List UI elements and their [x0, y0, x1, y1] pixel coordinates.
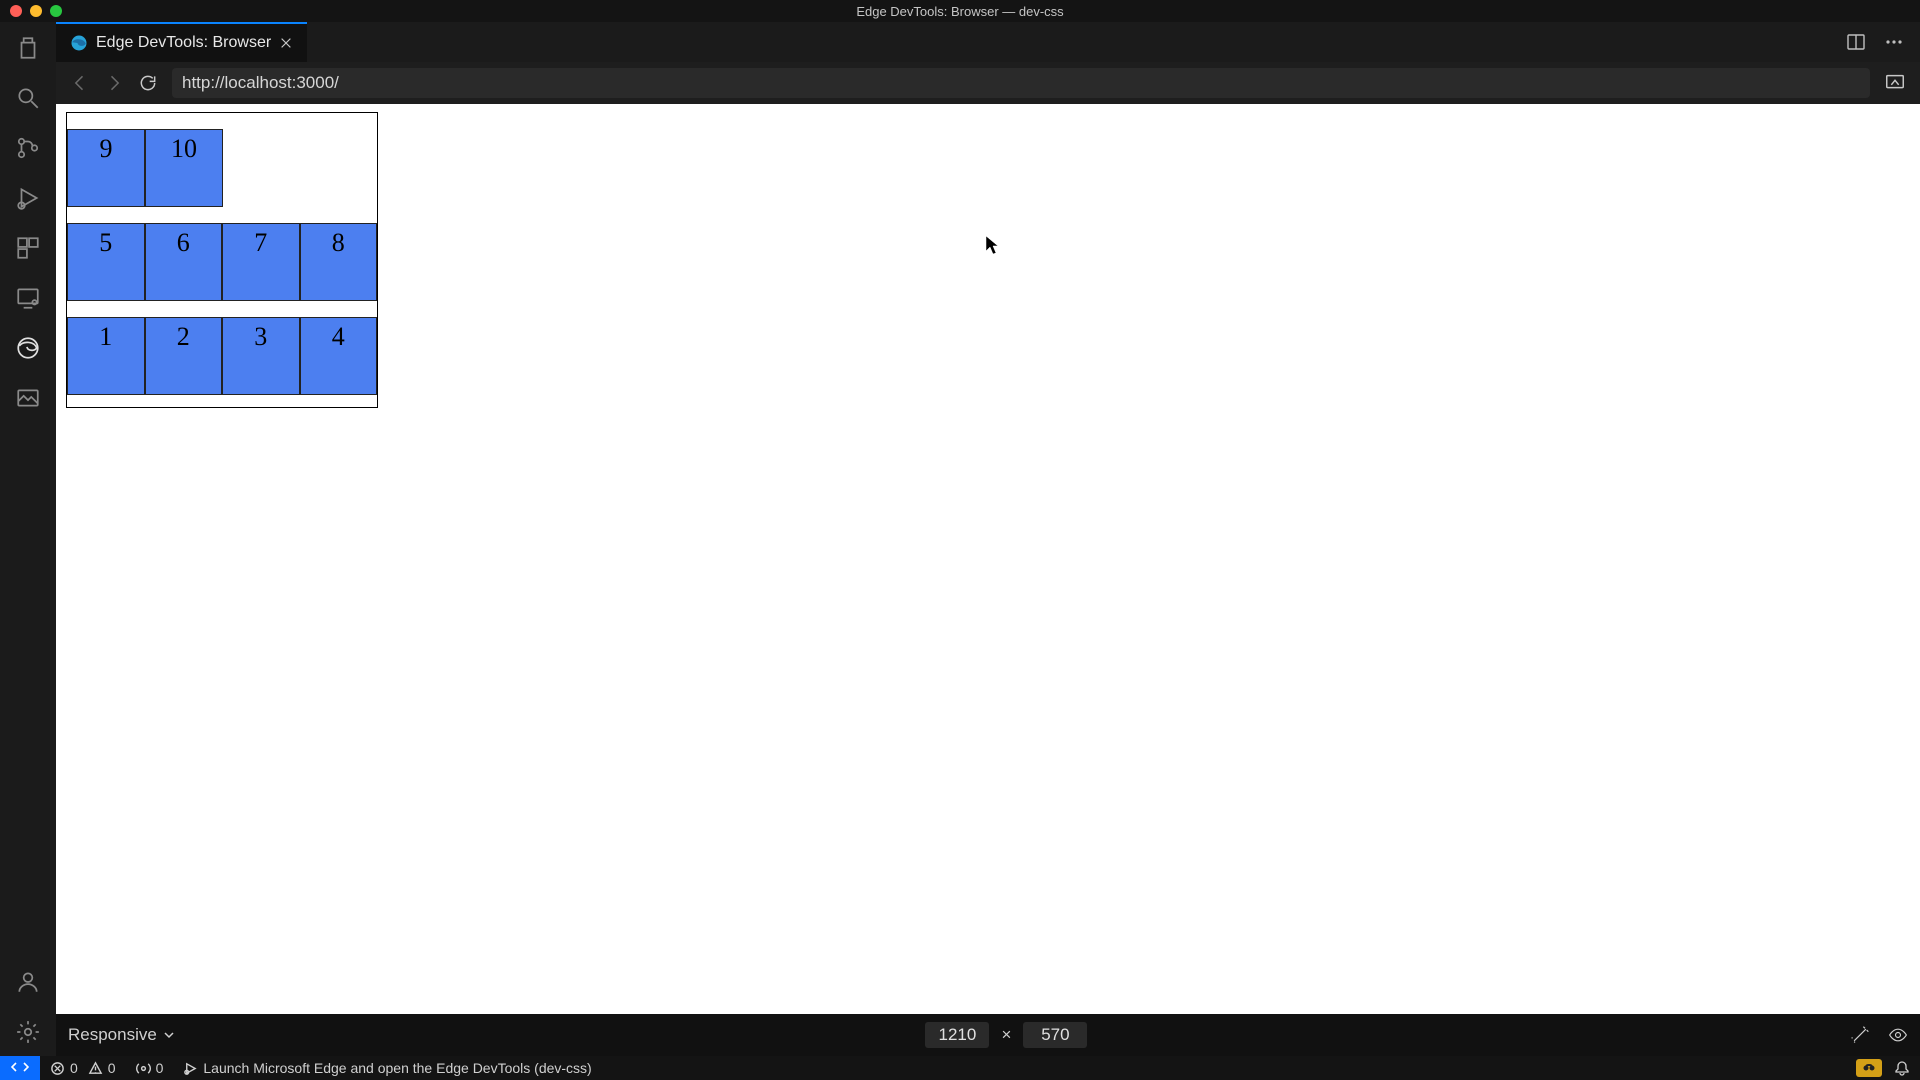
warning-count: 0 [108, 1060, 116, 1076]
debug-task-label: Launch Microsoft Edge and open the Edge … [203, 1060, 591, 1076]
status-bar: 0 0 0 Launch Microsoft Edge and open the… [0, 1056, 1920, 1080]
remote-explorer-icon[interactable] [14, 284, 42, 312]
problems-warnings[interactable]: 0 [88, 1060, 126, 1076]
flex-item: 10 [145, 129, 223, 207]
editor-tab-bar: Edge DevTools: Browser [56, 22, 1920, 62]
gallery-icon[interactable] [14, 384, 42, 412]
tab-edge-devtools-browser[interactable]: Edge DevTools: Browser [56, 22, 307, 62]
magic-wand-icon[interactable] [1850, 1025, 1870, 1045]
device-mode-select[interactable]: Responsive [68, 1025, 175, 1045]
flex-item: 2 [145, 317, 223, 395]
zoom-window-icon[interactable] [50, 5, 62, 17]
mouse-cursor-icon [985, 235, 999, 255]
address-bar[interactable] [172, 68, 1870, 98]
remote-indicator[interactable] [0, 1056, 40, 1080]
accounts-icon[interactable] [14, 968, 42, 996]
flex-row: 5 6 7 8 [67, 207, 377, 301]
nav-back-icon[interactable] [70, 73, 90, 93]
chevron-down-icon [163, 1029, 175, 1041]
edge-tools-icon[interactable] [14, 334, 42, 362]
run-debug-icon[interactable] [14, 184, 42, 212]
viewport-width-input[interactable] [925, 1022, 989, 1048]
dimension-separator: × [1001, 1025, 1011, 1045]
close-tab-icon[interactable] [279, 36, 293, 50]
activity-bar [0, 22, 56, 1056]
forwarded-ports[interactable]: 0 [126, 1060, 174, 1076]
titlebar: Edge DevTools: Browser — dev-css [0, 0, 1920, 22]
split-editor-icon[interactable] [1846, 32, 1866, 52]
flex-item: 3 [222, 317, 300, 395]
search-icon[interactable] [14, 84, 42, 112]
copilot-icon[interactable] [1856, 1059, 1882, 1077]
nav-forward-icon[interactable] [104, 73, 124, 93]
error-count: 0 [70, 1060, 78, 1076]
flex-item: 7 [222, 223, 300, 301]
toggle-screencast-icon[interactable] [1884, 72, 1906, 94]
flex-item: 4 [300, 317, 378, 395]
address-input[interactable] [182, 73, 1860, 93]
settings-gear-icon[interactable] [14, 1018, 42, 1046]
tabbar-actions [1846, 22, 1920, 62]
flex-item: 6 [145, 223, 223, 301]
viewport-height-input[interactable] [1023, 1022, 1087, 1048]
edge-icon [70, 34, 88, 52]
window-title: Edge DevTools: Browser — dev-css [0, 4, 1920, 19]
browser-toolbar [56, 62, 1920, 104]
extensions-icon[interactable] [14, 234, 42, 262]
flex-demo-container: 9 10 5 6 7 8 1 2 3 4 [66, 112, 378, 408]
device-mode-label: Responsive [68, 1025, 157, 1045]
flex-item: 1 [67, 317, 145, 395]
page-viewport[interactable]: 9 10 5 6 7 8 1 2 3 4 [56, 104, 1920, 1014]
tab-label: Edge DevTools: Browser [96, 34, 271, 52]
traffic-lights [0, 5, 62, 17]
explorer-icon[interactable] [14, 34, 42, 62]
flex-row: 9 10 [67, 113, 377, 207]
ports-count: 0 [156, 1060, 164, 1076]
flex-row: 1 2 3 4 [67, 301, 377, 395]
close-window-icon[interactable] [10, 5, 22, 17]
reload-icon[interactable] [138, 73, 158, 93]
flex-item: 9 [67, 129, 145, 207]
source-control-icon[interactable] [14, 134, 42, 162]
eye-icon[interactable] [1888, 1025, 1908, 1045]
problems-errors[interactable]: 0 [40, 1060, 88, 1076]
device-emulation-bar: Responsive × [56, 1014, 1920, 1056]
flex-item: 5 [67, 223, 145, 301]
debug-task-status[interactable]: Launch Microsoft Edge and open the Edge … [173, 1060, 601, 1076]
minimize-window-icon[interactable] [30, 5, 42, 17]
notifications-bell-icon[interactable] [1894, 1060, 1910, 1076]
flex-item: 8 [300, 223, 378, 301]
more-actions-icon[interactable] [1884, 32, 1904, 52]
